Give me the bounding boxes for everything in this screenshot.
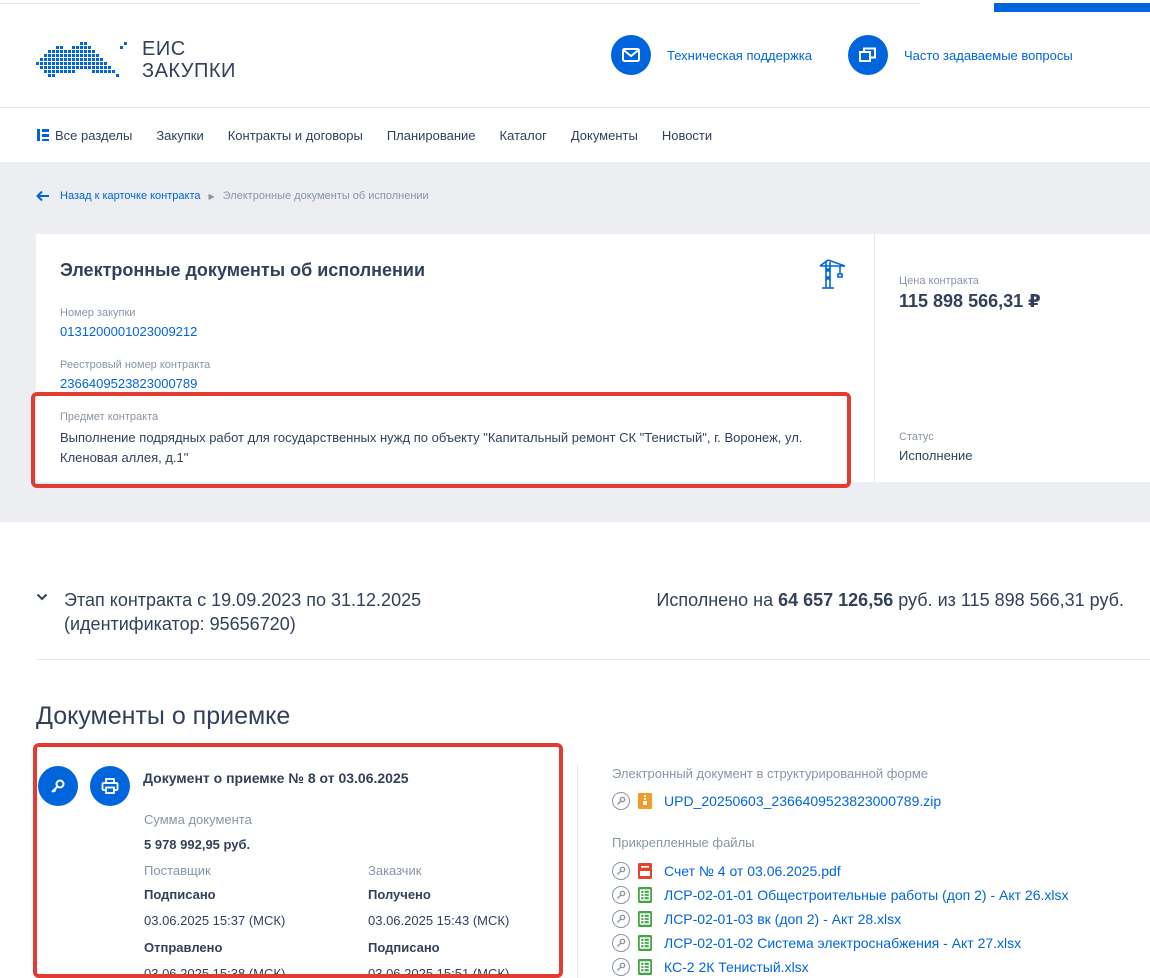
- signature-key-icon[interactable]: [612, 792, 630, 810]
- registry-number-field: Реестровый номер контракта 2366409523823…: [60, 359, 210, 391]
- site-header: ЕИС ЗАКУПКИ Техническая поддержка Часто …: [0, 12, 1150, 108]
- russia-map-icon: [36, 42, 127, 77]
- nav-item-news[interactable]: Новости: [662, 128, 712, 143]
- logo-line2: ЗАКУПКИ: [142, 60, 236, 82]
- file-name[interactable]: КС-2 2К Тенистый.xlsx: [664, 959, 809, 975]
- file-row[interactable]: Счет № 4 от 03.06.2025.pdf: [612, 859, 1150, 883]
- signature-key-icon[interactable]: [612, 910, 630, 928]
- chevron-down-icon[interactable]: [36, 592, 48, 602]
- price-label: Цена контракта: [899, 275, 979, 287]
- nav-item-contracts[interactable]: Контракты и договоры: [228, 128, 363, 143]
- registry-number-link[interactable]: 2366409523823000789: [60, 376, 210, 391]
- stage-done-amount: 64 657 126,56: [778, 590, 894, 610]
- purchase-number-link[interactable]: 0131200001023009212: [60, 324, 197, 339]
- signature-key-icon[interactable]: [612, 934, 630, 952]
- arrow-left-icon: [36, 190, 49, 202]
- faq-link[interactable]: Часто задаваемые вопросы: [848, 35, 1073, 75]
- stage-done-prefix: Исполнено на: [656, 590, 774, 610]
- main-nav: Все разделы Закупки Контракты и договоры…: [36, 108, 712, 162]
- column-divider: [577, 765, 578, 978]
- eis-logo[interactable]: ЕИС ЗАКУПКИ: [36, 36, 246, 84]
- top-strip: [0, 0, 1150, 12]
- file-name[interactable]: ЛСР-02-01-03 вк (доп 2) - Акт 28.xlsx: [664, 911, 901, 927]
- support-label: Техническая поддержка: [667, 47, 812, 63]
- page-title: Электронные документы об исполнении: [60, 260, 426, 280]
- section-title: Документы о приемке: [36, 702, 291, 730]
- file-row[interactable]: ЛСР-02-01-02 Система электроснабжения - …: [612, 931, 1150, 955]
- xlsx-icon: [636, 886, 654, 904]
- nav-item-catalog[interactable]: Каталог: [500, 128, 547, 143]
- breadcrumb: Назад к карточке контракта ▶ Электронные…: [36, 190, 429, 202]
- pdf-icon: [636, 862, 654, 880]
- nav-item-all-sections[interactable]: Все разделы: [36, 128, 132, 143]
- attached-list: Счет № 4 от 03.06.2025.pdf ЛСР-02-01-01 …: [612, 859, 1150, 978]
- purchase-number-label: Номер закупки: [60, 307, 136, 319]
- nav-item-purchases[interactable]: Закупки: [156, 128, 203, 143]
- top-accent-bar: [994, 3, 1150, 12]
- logo-text: ЕИС ЗАКУПКИ: [142, 38, 236, 82]
- price-value: 115 898 566,31 ₽: [899, 291, 1041, 311]
- xlsx-icon: [636, 934, 654, 952]
- nav-item-documents[interactable]: Документы: [571, 128, 638, 143]
- signature-key-icon[interactable]: [612, 862, 630, 880]
- xlsx-icon: [636, 910, 654, 928]
- highlight-frame-subject: [31, 392, 851, 488]
- file-name[interactable]: ЛСР-02-01-02 Система электроснабжения - …: [664, 935, 1021, 951]
- file-name[interactable]: ЛСР-02-01-01 Общестроительные работы (до…: [664, 887, 1069, 903]
- nav-item-label: Все разделы: [55, 127, 133, 143]
- faq-icon: [848, 35, 888, 75]
- status-field: Статус Исполнение: [899, 431, 973, 463]
- stage-execution: Исполнено на 64 657 126,56 руб. из 115 8…: [656, 588, 1124, 612]
- file-row[interactable]: КС-2 2К Тенистый.xlsx: [612, 955, 1150, 978]
- structured-label: Электронный документ в структурированной…: [612, 766, 929, 781]
- file-name[interactable]: UPD_20250603_2366409523823000789.zip: [664, 793, 941, 809]
- signature-key-icon[interactable]: [612, 886, 630, 904]
- top-divider: [0, 3, 920, 4]
- file-row[interactable]: ЛСР-02-01-03 вк (доп 2) - Акт 28.xlsx: [612, 907, 1150, 931]
- back-link-label: Назад к карточке контракта: [60, 190, 201, 202]
- logo-line1: ЕИС: [142, 38, 186, 60]
- signature-key-icon[interactable]: [612, 958, 630, 976]
- attached-label: Прикрепленные файлы: [612, 835, 755, 850]
- registry-number-label: Реестровый номер контракта: [60, 359, 211, 371]
- faq-label: Часто задаваемые вопросы: [904, 47, 1073, 63]
- mail-icon: [611, 35, 651, 75]
- purchase-number-field: Номер закупки 0131200001023009212: [60, 307, 197, 339]
- crane-icon: [819, 259, 846, 289]
- breadcrumb-current: Электронные документы об исполнении: [222, 190, 429, 202]
- structured-list: UPD_20250603_2366409523823000789.zip: [612, 789, 1150, 813]
- file-name[interactable]: Счет № 4 от 03.06.2025.pdf: [664, 863, 841, 879]
- nav-item-planning[interactable]: Планирование: [387, 128, 476, 143]
- status-value: Исполнение: [899, 448, 973, 463]
- status-label: Статус: [899, 431, 934, 443]
- file-row[interactable]: UPD_20250603_2366409523823000789.zip: [612, 789, 1150, 813]
- breadcrumb-separator-icon: ▶: [208, 191, 215, 201]
- sections-icon: [37, 129, 49, 141]
- document-files: Электронный документ в структурированной…: [612, 766, 1150, 978]
- stage-title: Этап контракта с 19.09.2023 по 31.12.202…: [64, 590, 422, 634]
- stage-done-suffix: руб. из 115 898 566,31 руб.: [898, 590, 1124, 610]
- file-row[interactable]: ЛСР-02-01-01 Общестроительные работы (до…: [612, 883, 1150, 907]
- back-link[interactable]: Назад к карточке контракта: [36, 190, 201, 202]
- stage-divider: [36, 659, 1150, 660]
- highlight-frame-document: [33, 743, 563, 978]
- support-link[interactable]: Техническая поддержка: [611, 35, 812, 75]
- price-field: Цена контракта 115 898 566,31 ₽: [899, 275, 1041, 312]
- contract-summary-card: Цена контракта 115 898 566,31 ₽ Статус И…: [874, 234, 1150, 482]
- xlsx-icon: [636, 958, 654, 976]
- zip-icon: [636, 792, 654, 810]
